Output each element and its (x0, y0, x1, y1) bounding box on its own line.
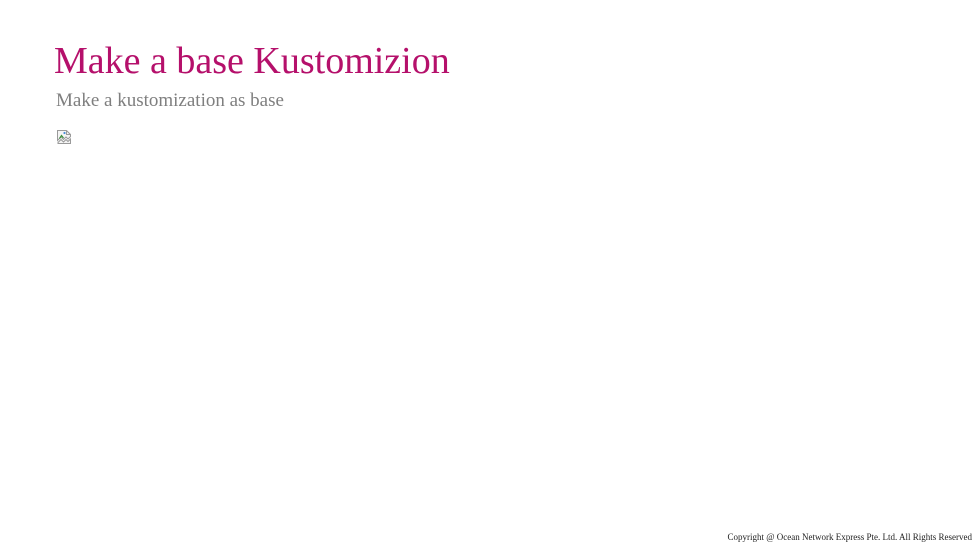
broken-image-icon (56, 129, 72, 145)
slide-subtitle: Make a kustomization as base (56, 90, 284, 111)
footer-copyright: Copyright @ Ocean Network Express Pte. L… (727, 532, 972, 542)
slide-title: Make a base Kustomizion (54, 40, 450, 82)
